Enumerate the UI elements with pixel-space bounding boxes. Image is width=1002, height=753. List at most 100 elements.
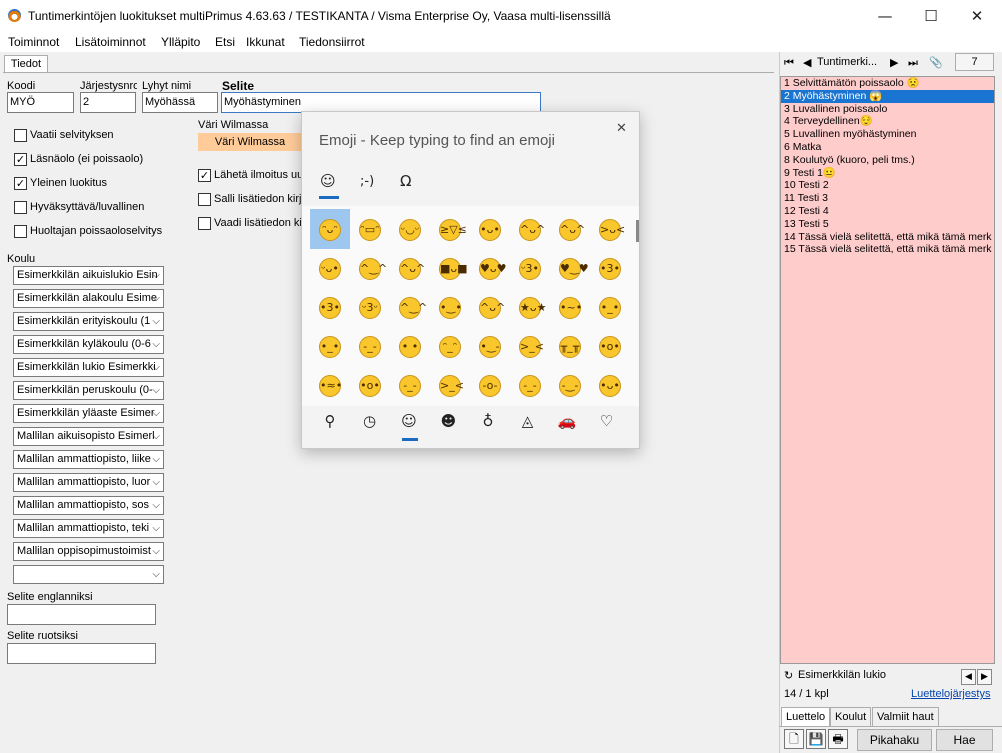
print-icon[interactable]: 🖶 — [828, 729, 848, 749]
emoji-slight-smile-face[interactable]: •‿• — [430, 287, 470, 327]
list-item[interactable]: 15 Tässä vielä selitettä, että mikä tämä… — [781, 243, 994, 256]
pikahaku-button[interactable]: Pikahaku — [857, 729, 932, 751]
emoji-yum-face[interactable]: ^ᴗ^ — [390, 248, 430, 288]
emoji-kissing-closed-eyes-face[interactable]: ᵕ3ᵕ — [350, 287, 390, 327]
list-item[interactable]: 13 Testi 5 — [781, 218, 994, 231]
emoji-hushed-face[interactable]: •o• — [350, 365, 390, 405]
smiley-icon[interactable]: ☺ — [397, 412, 421, 430]
next-record-button[interactable]: ▶ — [890, 56, 898, 69]
emoji-grinning-face[interactable]: ᵔᴗᵔ — [310, 209, 350, 249]
tab-luettelo[interactable]: Luettelo — [781, 707, 831, 726]
emoji-joy-face[interactable]: ᵕ◡ᵕ — [390, 209, 430, 249]
emoji-neutral-hushed-face[interactable]: •_• — [590, 287, 630, 327]
attachment-icon[interactable]: 📎 — [929, 56, 943, 69]
symbols-tab-icon[interactable]: Ω — [400, 172, 411, 190]
emoji-hugging-face[interactable]: ^ᴗ^ — [470, 287, 510, 327]
koulu-select[interactable]: Mallilan ammattiopisto, liike ⌵ — [13, 450, 164, 469]
list-item[interactable]: 3 Luvallinen poissaolo — [781, 103, 994, 116]
emoji-disappointed-relieved-face[interactable]: ╥_╥ — [550, 326, 590, 366]
vari-wilmassa-button[interactable]: Väri Wilmassa — [198, 133, 302, 151]
new-record-icon[interactable]: 🗋 — [784, 729, 804, 749]
menu-lisatoiminnot[interactable]: Lisätoiminnot — [75, 35, 146, 49]
koodi-field[interactable]: MYÖ — [7, 92, 74, 113]
pizza-icon[interactable]: ◬ — [516, 412, 540, 430]
car-icon[interactable]: 🚗 — [555, 412, 579, 430]
tab-valmiit-haut[interactable]: Valmiit haut — [872, 707, 939, 726]
list-item[interactable]: 10 Testi 2 — [781, 179, 994, 192]
emoji-tired-face[interactable]: >_< — [430, 365, 470, 405]
save-icon[interactable]: 💾 — [806, 729, 826, 749]
list-item[interactable]: 12 Testi 4 — [781, 205, 994, 218]
koulu-select[interactable]: Esimerkkilän peruskoulu (0- ⌵ — [13, 381, 164, 400]
emoji-relaxed-face[interactable]: ^‿^ — [390, 287, 430, 327]
emoji-kissing-smiling-face[interactable]: •3• — [310, 287, 350, 327]
koulu-select[interactable]: Esimerkkilän yläaste Esimer ⌵ — [13, 404, 164, 423]
luettelojarjestys-link[interactable]: Luettelojärjestys — [911, 688, 991, 700]
emoji-expressionless-face[interactable]: -_- — [350, 326, 390, 366]
emoji-smile-face[interactable]: ^ᴗ^ — [510, 209, 550, 249]
emoji-kissing-face[interactable]: •3• — [590, 248, 630, 288]
list-item[interactable]: 11 Testi 3 — [781, 192, 994, 205]
koulu-select[interactable]: Esimerkkilän alakoulu Esime ⌵ — [13, 289, 164, 308]
koulu-select[interactable]: Esimerkkilän kyläkoulu (0-6 ⌵ — [13, 335, 164, 354]
koulu-select[interactable]: Mallilan ammattiopisto, sos ⌵ — [13, 496, 164, 515]
emoji-thinking-face[interactable]: •~• — [550, 287, 590, 327]
koulu-select[interactable]: Esimerkkilän lukio Esimerkki ⌵ — [13, 358, 164, 377]
emoji-rofl-face[interactable]: ≥▽≤ — [430, 209, 470, 249]
emoji-laughing-face[interactable]: >ᴗ< — [590, 209, 630, 249]
koulu-select[interactable]: Mallilan oppisopimustoimist ⌵ — [13, 542, 164, 561]
balloon-icon[interactable]: ♁ — [476, 412, 500, 430]
emoji-heart-eyes-face[interactable]: ♥ᴗ♥ — [470, 248, 510, 288]
emoji-neutral-face[interactable]: •_• — [310, 326, 350, 366]
last-record-button[interactable]: ⏭ — [908, 56, 918, 70]
minimize-button[interactable]: — — [862, 0, 908, 32]
hae-button[interactable]: Hae — [936, 729, 993, 751]
prev-record-button[interactable]: ◀ — [803, 56, 811, 69]
tab-koulut[interactable]: Koulut — [830, 707, 872, 726]
emoji-sleepy-face[interactable]: -_- — [390, 365, 430, 405]
list-item[interactable]: 2 Myöhästyminen 😱 — [781, 89, 994, 103]
selite-englanniksi-field[interactable] — [7, 604, 156, 625]
koulu-select[interactable]: ⌵ — [13, 565, 164, 584]
jarjestys-field[interactable]: 2 — [80, 92, 136, 113]
maximize-button[interactable]: ☐ — [908, 0, 954, 32]
emoji-wink-face[interactable]: ᵕᴗ• — [310, 248, 350, 288]
emoji-tab-icon[interactable]: ☺ — [320, 172, 336, 190]
koulu-select[interactable]: Mallilan aikuisopisto Esimerl ⌵ — [13, 427, 164, 446]
close-button[interactable]: ✕ — [954, 0, 1000, 32]
heart-icon[interactable]: ♡ — [595, 412, 619, 430]
list-item[interactable]: 9 Testi 1😐 — [781, 167, 994, 180]
emoji-open-mouth-face[interactable]: •o• — [590, 326, 630, 366]
emoji-star-struck-face[interactable]: ★ᴗ★ — [510, 287, 550, 327]
list-item[interactable]: 8 Koulutyö (kuoro, peli tms.) — [781, 154, 994, 167]
emoji-close-button[interactable]: ✕ — [616, 121, 627, 136]
menu-tiedonsiirrot[interactable]: Tiedonsiirrot — [299, 35, 365, 49]
emoji-tongue-face[interactable]: •ᴗ• — [590, 365, 630, 405]
emoji-no-mouth-face[interactable]: • • — [390, 326, 430, 366]
menu-yllapito[interactable]: Ylläpito — [161, 35, 200, 49]
emoji-grimacing-face[interactable]: ᵔ▭ᵔ — [350, 209, 390, 249]
list-item[interactable]: 14 Tässä vielä selitettä, että mikä tämä… — [781, 231, 994, 244]
tab-tiedot[interactable]: Tiedot — [4, 55, 48, 73]
emoji-smiley-face[interactable]: •ᴗ• — [470, 209, 510, 249]
search-icon[interactable]: ⚲ — [318, 412, 342, 430]
menu-ikkunat[interactable]: Ikkunat — [246, 35, 285, 49]
kaomoji-tab-icon[interactable]: ;-) — [360, 174, 374, 189]
menu-etsi[interactable]: Etsi — [215, 35, 235, 49]
emoji-persevere-face[interactable]: >_< — [510, 326, 550, 366]
refresh-icon[interactable]: ↻ — [784, 669, 793, 682]
selite-field[interactable]: Myöhästyminen — [221, 92, 541, 113]
koulu-select[interactable]: Esimerkkilän erityiskoulu (1 ⌵ — [13, 312, 164, 331]
emoji-relieved-face[interactable]: -‿- — [550, 365, 590, 405]
record-list[interactable]: 1 Selvittämätön poissaolo 😟 2 Myöhästymin… — [780, 76, 995, 664]
emoji-sleeping-face[interactable]: -o- — [470, 365, 510, 405]
list-item[interactable]: 6 Matka — [781, 141, 994, 154]
emoji-smirk-face[interactable]: •‿- — [470, 326, 510, 366]
emoji-hearts-face[interactable]: ♥‿♥ — [550, 248, 590, 288]
emoji-sunglasses-face[interactable]: ■ᴗ■ — [430, 248, 470, 288]
first-record-button[interactable]: ⏮ — [784, 56, 794, 70]
emoji-scrollbar[interactable] — [636, 220, 639, 242]
lyhyt-nimi-field[interactable]: Myöhässä — [142, 92, 218, 113]
emoji-sleeping-zzz-face[interactable]: -_- — [510, 365, 550, 405]
scroll-right-button[interactable]: ▶ — [977, 669, 992, 685]
